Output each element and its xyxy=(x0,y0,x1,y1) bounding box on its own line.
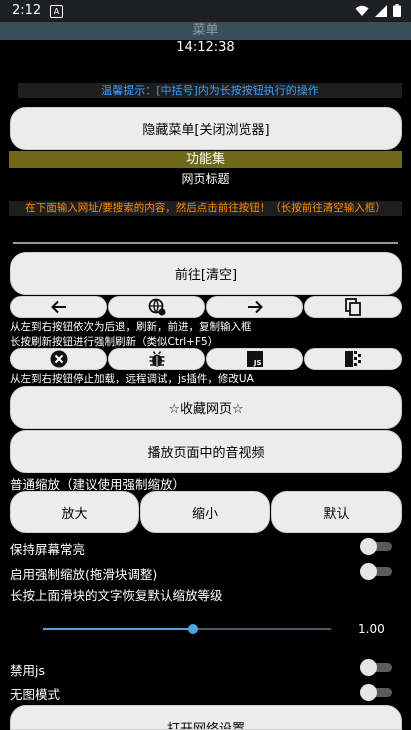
zoom-in-button[interactable]: 放大 xyxy=(10,491,139,533)
nav-desc-2: 长按刷新按钮进行强制刷新（类似Ctrl+F5） xyxy=(10,336,219,348)
nav-desc-1: 从左到右按钮依次为后退，刷新，前进，复制输入框 xyxy=(10,321,252,333)
force-zoom-label: 启用强制缩放(拖滑块调整) xyxy=(10,567,158,582)
zoom-slider-value: 1.00 xyxy=(358,622,385,636)
arrow-left-icon xyxy=(50,300,66,314)
stop-icon xyxy=(50,350,67,368)
no-image-label: 无图模式 xyxy=(10,687,61,702)
remote-debug-button[interactable] xyxy=(108,348,205,370)
modify-ua-button[interactable] xyxy=(304,348,402,370)
back-button[interactable] xyxy=(10,296,107,318)
disable-js-switch[interactable] xyxy=(360,659,392,676)
slider-hint: 长按上面滑块的文字恢复默认缩放等级 xyxy=(10,588,223,603)
menu-title-bar: 菜单 xyxy=(0,22,411,40)
signal-icon xyxy=(375,4,387,17)
notice-text: 温馨提示：[中括号]内为长按按钮执行的操作 xyxy=(18,83,402,98)
keep-screen-on-label: 保持屏幕常亮 xyxy=(10,542,86,557)
bookmark-button[interactable]: ☆收藏网页☆ xyxy=(10,386,402,429)
network-settings-button[interactable]: 打开网络设置 xyxy=(10,705,402,730)
play-media-button[interactable]: 播放页面中的音视频 xyxy=(10,430,402,473)
ua-checker-icon xyxy=(345,351,361,367)
go-button[interactable]: 前往[清空] xyxy=(10,252,402,295)
zoom-slider-fill xyxy=(43,628,193,630)
status-icons xyxy=(355,4,401,17)
url-hint: 在下面输入网址/要搜索的内容，然后点击前往按钮！（长按前往清空输入框） xyxy=(9,201,402,216)
globe-refresh-icon xyxy=(148,298,165,316)
keep-screen-on-switch[interactable] xyxy=(360,538,392,555)
js-icon: JS xyxy=(246,351,263,367)
no-image-switch[interactable] xyxy=(360,684,392,701)
default-zoom-button[interactable]: 默认 xyxy=(271,491,402,533)
disable-js-label: 禁用js xyxy=(10,663,45,678)
notification-a-icon: A xyxy=(50,5,63,18)
wifi-icon xyxy=(355,5,369,16)
url-input-underline xyxy=(13,242,398,244)
status-time: 2:12 xyxy=(12,3,42,18)
page-title: 网页标题 xyxy=(181,172,230,186)
refresh-button[interactable] xyxy=(108,296,205,318)
url-input[interactable] xyxy=(13,220,398,244)
clock-text: 14:12:38 xyxy=(176,40,235,55)
force-zoom-switch[interactable] xyxy=(360,563,392,580)
zoom-out-button[interactable]: 缩小 xyxy=(140,491,270,533)
forward-button[interactable] xyxy=(206,296,303,318)
zoom-slider-thumb[interactable] xyxy=(187,624,198,634)
stop-loading-button[interactable] xyxy=(10,348,107,370)
copy-input-button[interactable] xyxy=(304,296,402,318)
zoom-slider[interactable] xyxy=(43,624,331,634)
tools-desc: 从左到右按钮停止加载，远程调试，js插件，修改UA xyxy=(10,373,254,385)
copy-icon xyxy=(345,298,361,316)
status-bar: 2:12 A xyxy=(0,0,411,22)
bug-icon xyxy=(149,351,164,367)
battery-icon xyxy=(393,4,401,17)
section-title: 功能集 xyxy=(9,151,402,168)
hide-menu-button[interactable]: 隐藏菜单[关闭浏览器] xyxy=(10,107,402,150)
js-plugin-button[interactable]: JS xyxy=(206,348,303,370)
arrow-right-icon xyxy=(247,300,263,314)
menu-title: 菜单 xyxy=(192,23,219,38)
